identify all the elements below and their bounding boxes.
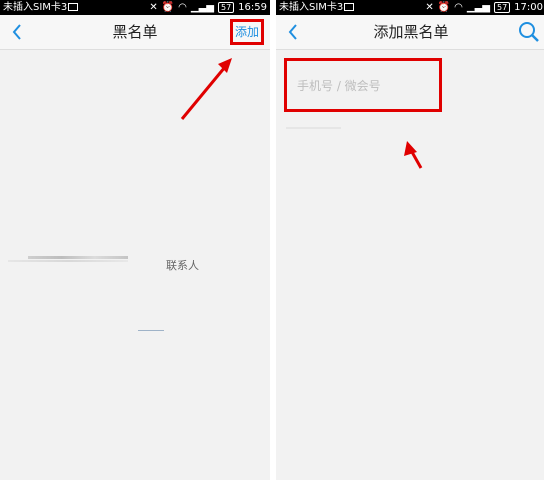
add-blacklist-screen: 未插入SIM卡3 ✕ ⏰ ◠ ▁▃▅ 57 17:00 添加黑名单 bbox=[276, 0, 544, 480]
annotation-arrow bbox=[404, 141, 423, 169]
annotation-arrow bbox=[180, 58, 232, 120]
blacklist-screen: 未插入SIM卡3 ✕ ⏰ ◠ ▁▃▅ 57 16:59 黑名单 添加 联系人 bbox=[0, 0, 270, 480]
